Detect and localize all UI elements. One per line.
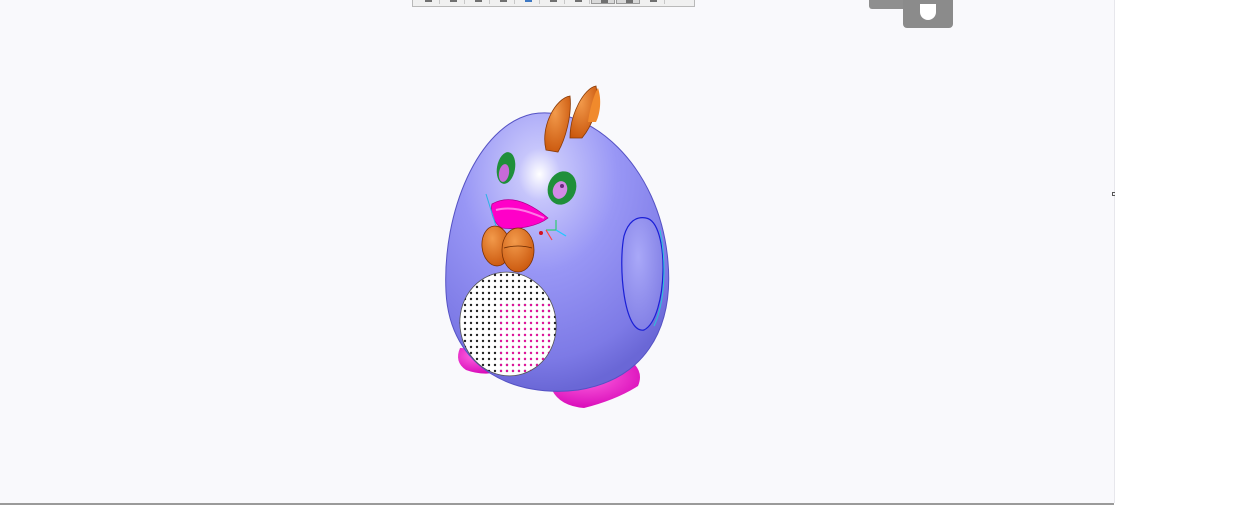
- task-pane-toggle-button[interactable]: [903, 0, 953, 28]
- view-icon[interactable]: [416, 0, 440, 4]
- panel-divider[interactable]: [1114, 0, 1115, 503]
- graphics-viewport[interactable]: [0, 0, 1114, 503]
- zoom-icon[interactable]: [441, 0, 465, 4]
- rotate-icon[interactable]: [491, 0, 515, 4]
- pan-icon[interactable]: [466, 0, 490, 4]
- splitter-handle-icon[interactable]: [1112, 192, 1115, 196]
- chick-3d-model[interactable]: [420, 80, 690, 420]
- toggle-knob-icon: [920, 4, 936, 20]
- scene-icon[interactable]: [616, 0, 640, 4]
- view-setting-icon[interactable]: [641, 0, 665, 4]
- heads-up-view-toolbar: [412, 0, 695, 7]
- right-panel-area: [1114, 0, 1239, 516]
- section-icon[interactable]: [541, 0, 565, 4]
- hide-show-icon[interactable]: [566, 0, 590, 4]
- display-style-icon[interactable]: [516, 0, 540, 4]
- status-area: [0, 505, 1239, 516]
- appearance-icon[interactable]: [591, 0, 615, 4]
